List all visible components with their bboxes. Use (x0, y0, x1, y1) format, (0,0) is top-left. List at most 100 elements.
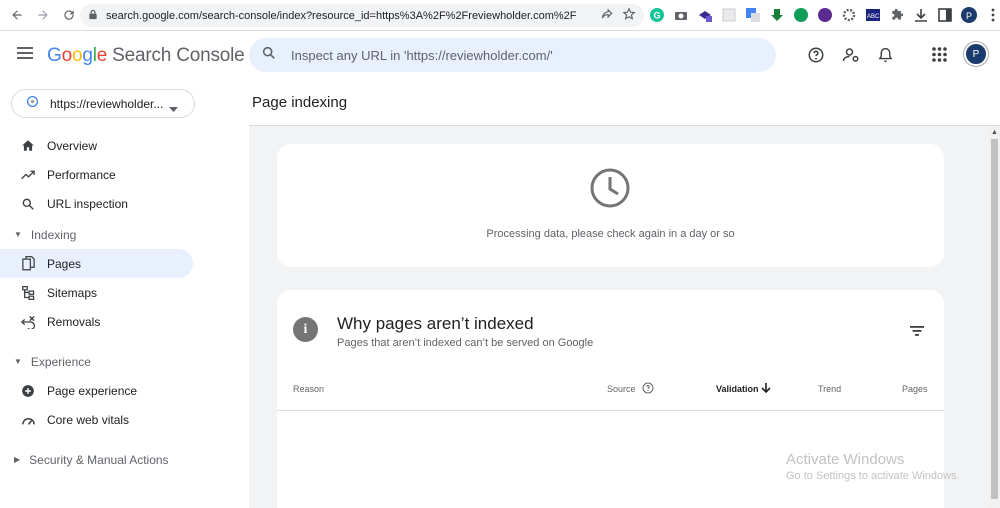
url-inspection-input[interactable] (291, 47, 731, 63)
logo-letter: g (82, 45, 93, 66)
puzzle-extensions-icon[interactable] (888, 6, 906, 24)
logo-letter: o (61, 45, 73, 66)
back-icon[interactable] (6, 4, 28, 26)
google-search-console-logo[interactable]: Google Search Console (47, 45, 245, 67)
clock-icon (590, 168, 630, 213)
help-outline-icon[interactable] (642, 382, 654, 396)
apps-grid-icon[interactable] (932, 47, 947, 67)
column-header-trend[interactable]: Trend (818, 384, 841, 394)
caret-down-icon (169, 100, 178, 118)
url-inspection-search[interactable] (249, 38, 776, 72)
trending-up-icon (20, 167, 36, 183)
product-name: Search Console (112, 45, 245, 66)
sidebar-item-label: Performance (47, 167, 116, 182)
processing-card: Processing data, please check again in a… (277, 144, 944, 267)
bookmark-star-icon[interactable] (622, 7, 636, 26)
logo-letter: o (71, 45, 83, 66)
section-label: Security & Manual Actions (29, 452, 169, 467)
browser-toolbar: search.google.com/search-console/index?r… (0, 0, 1000, 31)
address-bar[interactable]: search.google.com/search-console/index?r… (80, 4, 644, 27)
column-header-reason[interactable]: Reason (293, 384, 324, 394)
sidebar-section-indexing[interactable]: ▼ Indexing (0, 220, 195, 249)
watermark-line-2: Go to Settings to activate Windows. (786, 470, 960, 482)
sidebar-item-label: Core web vitals (47, 412, 130, 427)
reload-icon[interactable] (58, 4, 80, 26)
sidebar-item-label: Sitemaps (47, 285, 98, 300)
translate-extension-icon[interactable] (744, 6, 762, 24)
gear-extension-icon[interactable] (840, 6, 858, 24)
sidebar-item-overview[interactable]: Overview (0, 131, 195, 160)
sidebar-nav: Overview Performance URL inspection ▼ In… (0, 131, 195, 474)
property-name: https://reviewholder... (50, 96, 164, 111)
app-header: GoogleSearch Console P (0, 31, 1000, 80)
watermark-line-1: Activate Windows (786, 451, 905, 468)
divider (277, 410, 944, 411)
column-header-validation[interactable]: Validation (716, 384, 759, 394)
notifications-bell-icon[interactable] (877, 46, 894, 69)
profile-avatar-icon[interactable]: P (960, 6, 978, 24)
page-scrollbar[interactable]: ▲ (989, 126, 1000, 508)
processing-message: Processing data, please check again in a… (486, 228, 735, 240)
hamburger-menu-icon[interactable] (17, 46, 33, 65)
purple-circle-extension-icon[interactable] (816, 6, 834, 24)
blank-extension-icon[interactable] (720, 6, 738, 24)
sort-descending-icon[interactable] (761, 383, 771, 396)
side-panel-icon[interactable] (936, 6, 954, 24)
sidebar-item-performance[interactable]: Performance (0, 160, 195, 189)
svg-text:ABC: ABC (867, 14, 880, 20)
collapse-triangle-icon: ▼ (14, 357, 22, 366)
abc-extension-icon[interactable]: ABC (864, 6, 882, 24)
gauge-icon (20, 412, 36, 428)
search-icon (261, 45, 277, 66)
sidebar-item-label: Page experience (47, 383, 138, 398)
windows-activation-watermark: Activate Windows Go to Settings to activ… (786, 451, 960, 482)
sidebar-item-pages[interactable]: Pages (0, 249, 193, 278)
account-avatar[interactable]: P (964, 42, 988, 66)
svg-text:G: G (654, 11, 661, 21)
sidebar-item-label: Overview (47, 138, 98, 153)
globe-icon (26, 95, 39, 113)
forward-icon[interactable] (32, 4, 54, 26)
green-circle-extension-icon[interactable] (792, 6, 810, 24)
scrollbar-thumb[interactable] (991, 139, 998, 499)
removals-icon (20, 314, 36, 330)
table-header: Reason Source Validation Trend Pages (277, 382, 944, 412)
sidebar-item-removals[interactable]: Removals (0, 307, 195, 336)
sidebar-item-core-web-vitals[interactable]: Core web vitals (0, 405, 195, 434)
scroll-up-arrow-icon[interactable]: ▲ (991, 129, 998, 136)
column-header-pages[interactable]: Pages (902, 384, 928, 394)
card-subtitle: Pages that aren’t indexed can’t be serve… (337, 337, 594, 349)
home-icon (20, 138, 36, 154)
sidebar-item-page-experience[interactable]: Page experience (0, 376, 195, 405)
filter-icon[interactable] (910, 323, 924, 341)
svg-text:P: P (966, 11, 972, 21)
pages-icon (20, 256, 36, 272)
share-icon[interactable] (600, 7, 614, 26)
logo-letter: G (47, 45, 62, 66)
sidebar-item-sitemaps[interactable]: Sitemaps (0, 278, 195, 307)
property-selector[interactable]: https://reviewholder... (11, 89, 195, 118)
page-title: Page indexing (252, 94, 348, 111)
grammarly-extension-icon[interactable]: G (648, 6, 666, 24)
sidebar-item-label: URL inspection (47, 196, 128, 211)
downloads-icon[interactable] (912, 6, 930, 24)
manage-users-icon[interactable] (842, 46, 860, 69)
collapse-triangle-icon: ▼ (14, 230, 22, 239)
help-icon[interactable] (807, 46, 825, 69)
sidebar-section-security[interactable]: ▶ Security & Manual Actions (0, 445, 195, 474)
section-label: Indexing (30, 227, 77, 242)
sitemap-icon (20, 285, 36, 301)
url-text: search.google.com/search-console/index?r… (106, 9, 577, 22)
sidebar-item-url-inspection[interactable]: URL inspection (0, 189, 195, 218)
chrome-menu-icon[interactable] (984, 6, 1000, 24)
logo-letter: e (96, 45, 108, 66)
search-icon (20, 196, 36, 212)
column-header-source[interactable]: Source (607, 384, 636, 394)
section-label: Experience (30, 354, 91, 369)
info-icon: i (293, 317, 318, 342)
hat-extension-icon[interactable] (696, 6, 714, 24)
download-arrow-extension-icon[interactable] (768, 6, 786, 24)
page-experience-icon (20, 383, 36, 399)
sidebar-section-experience[interactable]: ▼ Experience (0, 347, 195, 376)
camera-extension-icon[interactable] (672, 6, 690, 24)
